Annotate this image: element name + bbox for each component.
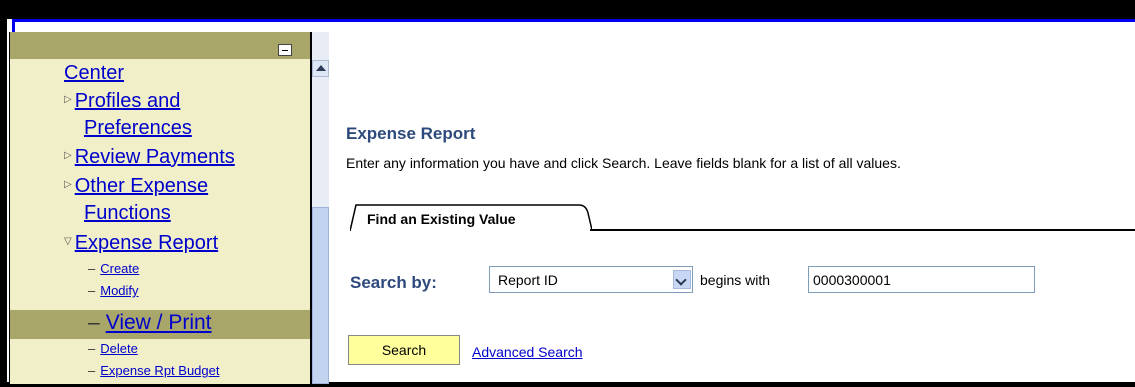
nav-subitem-modify[interactable]: – Modify [88,283,139,298]
nav-item-label: Profiles and [74,90,181,112]
search-by-label: Search by: [350,273,437,292]
collapse-arrow-icon: ▽ [64,235,72,247]
nav-item-preferences[interactable]: Preferences [84,117,192,139]
scroll-up-icon[interactable] [312,60,329,77]
search-operator: begins with [700,272,771,288]
search-button[interactable]: Search [348,335,460,365]
nav-subitem-delete[interactable]: – Delete [88,341,138,356]
expand-arrow-icon: ▷ [64,93,72,105]
tab-find-existing-value[interactable]: Find an Existing Value [350,203,592,231]
header-divider [15,19,1135,32]
nav-item-label: Other Expense [74,175,209,197]
nav-item-expense-report[interactable]: ▽ Expense Report [64,232,218,255]
nav-subitem-expense-rpt-budget[interactable]: – Expense Rpt Budget [88,363,219,378]
nav-subitem-create[interactable]: – Create [88,261,139,276]
nav-scrollbar[interactable] [312,32,329,384]
search-field-select[interactable]: Report ID [489,266,693,293]
tab-divider [590,229,1135,231]
nav-item-other-expense[interactable]: ▷ Other Expense [64,175,208,198]
nav-item-label: Preferences [84,117,192,139]
nav-item-review-payments[interactable]: ▷ Review Payments [64,146,235,169]
collapse-icon[interactable] [278,44,292,56]
nav-subitem-view-print[interactable]: – View / Print [88,312,212,334]
window-frame-left [0,0,7,387]
nav-item-center[interactable]: Center [64,62,124,84]
nav-subitem-label: Create [100,261,140,276]
nav-header [10,32,310,59]
nav-item-functions[interactable]: Functions [84,202,171,224]
nav-item-profiles[interactable]: ▷ Profiles and [64,90,180,113]
dash-icon: – [88,283,96,298]
chevron-down-icon[interactable] [673,270,691,289]
tab-label: Find an Existing Value [367,211,516,227]
nav-subitem-label: Modify [100,283,139,298]
nav-subitem-label: Expense Rpt Budget [100,363,220,378]
page-title: Expense Report [346,124,476,143]
nav-item-label: Center [64,62,125,84]
report-id-input[interactable] [808,266,1035,293]
nav-item-label: Functions [84,202,171,224]
expand-arrow-icon: ▷ [64,149,72,161]
search-field-value: Report ID [498,272,558,288]
advanced-search-link[interactable]: Advanced Search [472,344,583,360]
nav-item-label: Review Payments [74,146,235,168]
dash-icon: – [88,363,96,378]
dash-icon: – [88,261,96,276]
window-frame-top [0,0,1135,19]
nav-item-label: Expense Report [74,232,219,254]
scroll-thumb[interactable] [312,207,329,384]
nav-subitem-label: Delete [100,341,138,356]
left-nav-panel: Center ▷ Profiles and Preferences ▷ Review… [9,32,313,384]
page-instructions: Enter any information you have and click… [346,155,901,171]
dash-icon: – [88,341,96,356]
expand-arrow-icon: ▷ [64,178,72,190]
dash-icon: – [88,311,100,334]
nav-subitem-label: View / Print [105,311,212,334]
